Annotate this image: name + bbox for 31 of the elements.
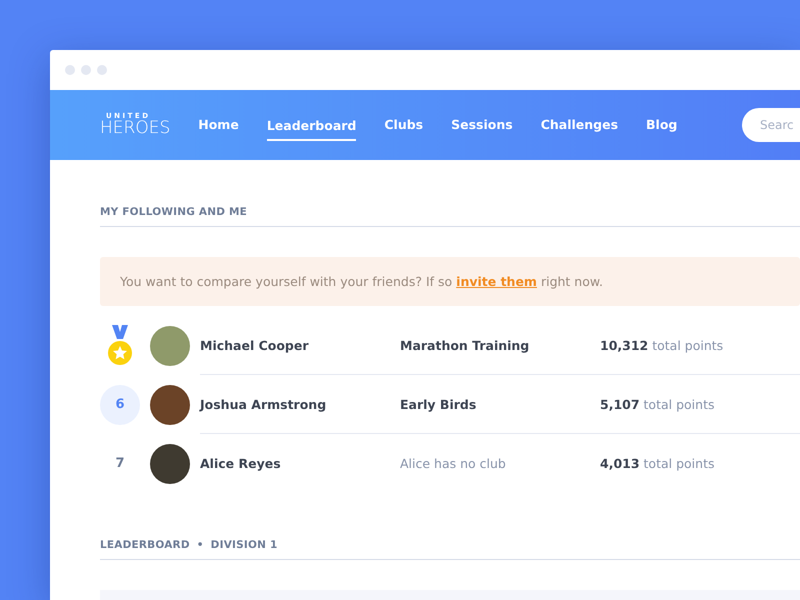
section-title: LEADERBOARD (100, 539, 190, 551)
total-points: 10,312 total points (600, 338, 724, 352)
total-points: 4,013 total points (600, 456, 714, 471)
club-name: Marathon Training (400, 338, 530, 352)
club-name: Alice has no club (400, 456, 507, 471)
invite-link[interactable]: invite them (456, 274, 537, 289)
user-name: Michael Cooper (200, 338, 310, 352)
logo-text: HEROES (100, 120, 170, 137)
search-field[interactable]: Searc (742, 108, 800, 142)
club-name: Early Birds (400, 396, 478, 412)
user-name: Alice Reyes (200, 456, 282, 471)
window-dot (65, 65, 75, 75)
nav-link[interactable]: Leaderboard (266, 112, 356, 140)
avatar-photo (150, 326, 190, 366)
nav-link[interactable]: Challenges (540, 110, 618, 140)
rank-number: 6 (100, 384, 140, 424)
total-points: 5,107 total points (600, 396, 714, 412)
nav-link[interactable]: Blog (646, 110, 678, 140)
window-dot (97, 65, 107, 75)
section-title: MY FOLLOWING AND ME (100, 206, 247, 218)
separator-dot: • (196, 539, 204, 551)
nav-link[interactable]: Sessions (451, 110, 513, 140)
rank-number: 7 (114, 455, 126, 473)
nav-link[interactable]: Home (198, 110, 239, 140)
invite-notice: You want to compare yourself with your friends? If so invite them right now. (100, 257, 800, 306)
window-dot (81, 65, 91, 75)
avatar-photo (150, 384, 190, 424)
section-title: DIVISION 1 (210, 539, 278, 551)
avatar-photo (150, 444, 190, 484)
nav-link[interactable]: Clubs (384, 110, 424, 140)
user-name: Joshua Armstrong (200, 396, 328, 412)
